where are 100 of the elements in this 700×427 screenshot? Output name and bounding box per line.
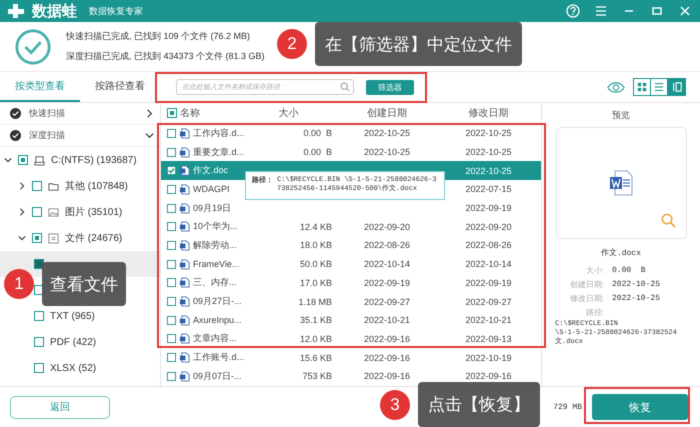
checkbox[interactable] xyxy=(32,181,42,191)
modified-date: 2022-10-25 xyxy=(465,147,512,158)
chevron-icon[interactable] xyxy=(18,182,26,190)
field-value: 2022-10-25 xyxy=(612,279,660,291)
view-tab[interactable]: 按路径查看 xyxy=(80,72,160,102)
file-name: 09月07日-... xyxy=(193,370,242,383)
checkbox[interactable] xyxy=(32,207,42,217)
cross-logo-icon xyxy=(6,3,26,19)
modified-date: 2022-09-16 xyxy=(465,371,512,382)
modified-date: 2022-09-19 xyxy=(465,203,512,214)
checkbox[interactable] xyxy=(18,155,28,165)
step-number-badge: 3 xyxy=(380,390,410,420)
row-checkbox[interactable] xyxy=(167,353,176,362)
back-button[interactable]: 返回 xyxy=(10,396,110,418)
row-checkbox[interactable] xyxy=(167,334,176,344)
row-checkbox[interactable] xyxy=(167,184,176,194)
checkbox[interactable] xyxy=(34,311,44,321)
row-checkbox[interactable] xyxy=(167,222,176,232)
file-size: 17.0 KB xyxy=(300,278,332,288)
row-checkbox[interactable] xyxy=(167,297,176,306)
file-name: 工作账号.d... xyxy=(193,351,244,364)
column-header[interactable]: 大小 xyxy=(278,108,298,119)
callout-tooltip: 在【筛选器】中定位文件 xyxy=(315,22,522,66)
created-date: 2022-10-21 xyxy=(364,315,410,326)
modified-date: 2022-10-19 xyxy=(465,352,512,363)
document-icon xyxy=(179,370,190,382)
file-size: 753 KB xyxy=(302,371,332,382)
callout-tooltip: 查看文件 xyxy=(42,262,126,306)
created-date: 2022-10-14 xyxy=(364,259,410,270)
column-header[interactable]: 名称 xyxy=(180,106,200,120)
file-name: 工作内容.d... xyxy=(193,126,244,140)
grid-icon xyxy=(637,82,647,92)
document-icon xyxy=(179,314,190,326)
tree-item[interactable]: 文件 (24676) xyxy=(65,231,122,245)
checkbox[interactable] xyxy=(32,233,42,243)
close-icon[interactable] xyxy=(678,4,692,18)
row-checkbox[interactable] xyxy=(167,148,176,157)
help-icon[interactable] xyxy=(566,4,580,18)
row-checkbox[interactable] xyxy=(167,316,176,325)
field-label: 创建日期: xyxy=(568,279,605,291)
created-date: 2022-09-16 xyxy=(364,371,410,382)
file-size: 0.00 B xyxy=(303,128,332,138)
document-icon xyxy=(179,128,190,139)
recover-button[interactable]: 恢复 xyxy=(592,394,688,420)
checkbox[interactable] xyxy=(34,337,44,347)
tree-item[interactable]: TXT (965) xyxy=(50,310,95,322)
search-icon[interactable] xyxy=(340,82,350,92)
list-icon xyxy=(654,82,664,92)
view-tab[interactable]: 按类型查看 xyxy=(0,72,80,102)
row-checkbox[interactable] xyxy=(167,372,176,381)
eye-icon[interactable] xyxy=(607,80,625,94)
file-size: 1.18 MB xyxy=(298,296,332,307)
row-checkbox[interactable] xyxy=(167,260,176,269)
file-size: 0.00 B xyxy=(303,147,332,158)
select-all-checkbox[interactable] xyxy=(167,108,177,118)
scan-item[interactable]: 快速扫描 xyxy=(29,107,65,120)
menu-icon[interactable] xyxy=(594,4,608,18)
file-size: 18.0 KB xyxy=(300,240,332,250)
row-checkbox[interactable] xyxy=(167,240,176,250)
tree-item[interactable]: 其他 (107848) xyxy=(65,179,128,193)
check-circle-icon xyxy=(14,28,52,66)
modified-date: 2022-10-25 xyxy=(465,166,512,176)
detail-view-button[interactable] xyxy=(668,79,685,95)
tree-item[interactable]: PDF (422) xyxy=(50,336,96,348)
document-icon xyxy=(179,277,190,288)
column-header[interactable]: 创建日期 xyxy=(367,108,407,119)
tree-item[interactable]: C:(NTFS) (193687) xyxy=(51,154,137,166)
created-date: 2022-09-16 xyxy=(364,352,410,363)
checkbox[interactable] xyxy=(34,259,44,269)
file-name: 重要文章.d... xyxy=(193,146,244,159)
created-date: 2022-09-27 xyxy=(364,296,410,307)
chevron-icon[interactable] xyxy=(18,234,26,242)
checkbox[interactable] xyxy=(34,363,44,373)
document-icon xyxy=(179,184,190,195)
row-checkbox[interactable] xyxy=(167,204,176,213)
filter-button[interactable]: 筛选器 xyxy=(366,80,414,94)
step-number-badge: 1 xyxy=(4,269,34,299)
scan-summary-text: 深度扫描已完成, 已找到 434373 个文件 (81.3 GB) xyxy=(66,50,265,63)
chevron-icon[interactable] xyxy=(4,156,12,164)
created-date: 2022-09-16 xyxy=(364,334,410,344)
row-checkbox[interactable] xyxy=(167,128,176,138)
modified-date: 2022-10-14 xyxy=(465,259,512,270)
preview-file-name: 作文.docx xyxy=(600,247,641,258)
modified-date: 2022-09-27 xyxy=(465,296,512,307)
magnifier-icon[interactable] xyxy=(660,213,676,228)
app-name: 数据蛙 xyxy=(32,2,77,20)
file-name: AxureInpu... xyxy=(193,315,242,326)
row-checkbox[interactable] xyxy=(167,166,176,176)
row-checkbox[interactable] xyxy=(167,278,176,288)
chevron-icon[interactable] xyxy=(145,109,154,118)
field-label: 大小: xyxy=(584,265,605,277)
file-name: WDAGPI xyxy=(193,184,230,194)
tree-item[interactable]: XLSX (52) xyxy=(50,362,96,374)
column-header[interactable]: 修改日期 xyxy=(468,108,508,119)
tree-item[interactable]: 图片 (35101) xyxy=(65,205,122,219)
chevron-icon[interactable] xyxy=(18,208,26,216)
created-date: 2022-10-25 xyxy=(364,147,410,158)
scan-item[interactable]: 深度扫描 xyxy=(29,129,65,142)
chevron-icon[interactable] xyxy=(145,131,154,140)
callout-tooltip: 点击【恢复】 xyxy=(418,382,540,427)
